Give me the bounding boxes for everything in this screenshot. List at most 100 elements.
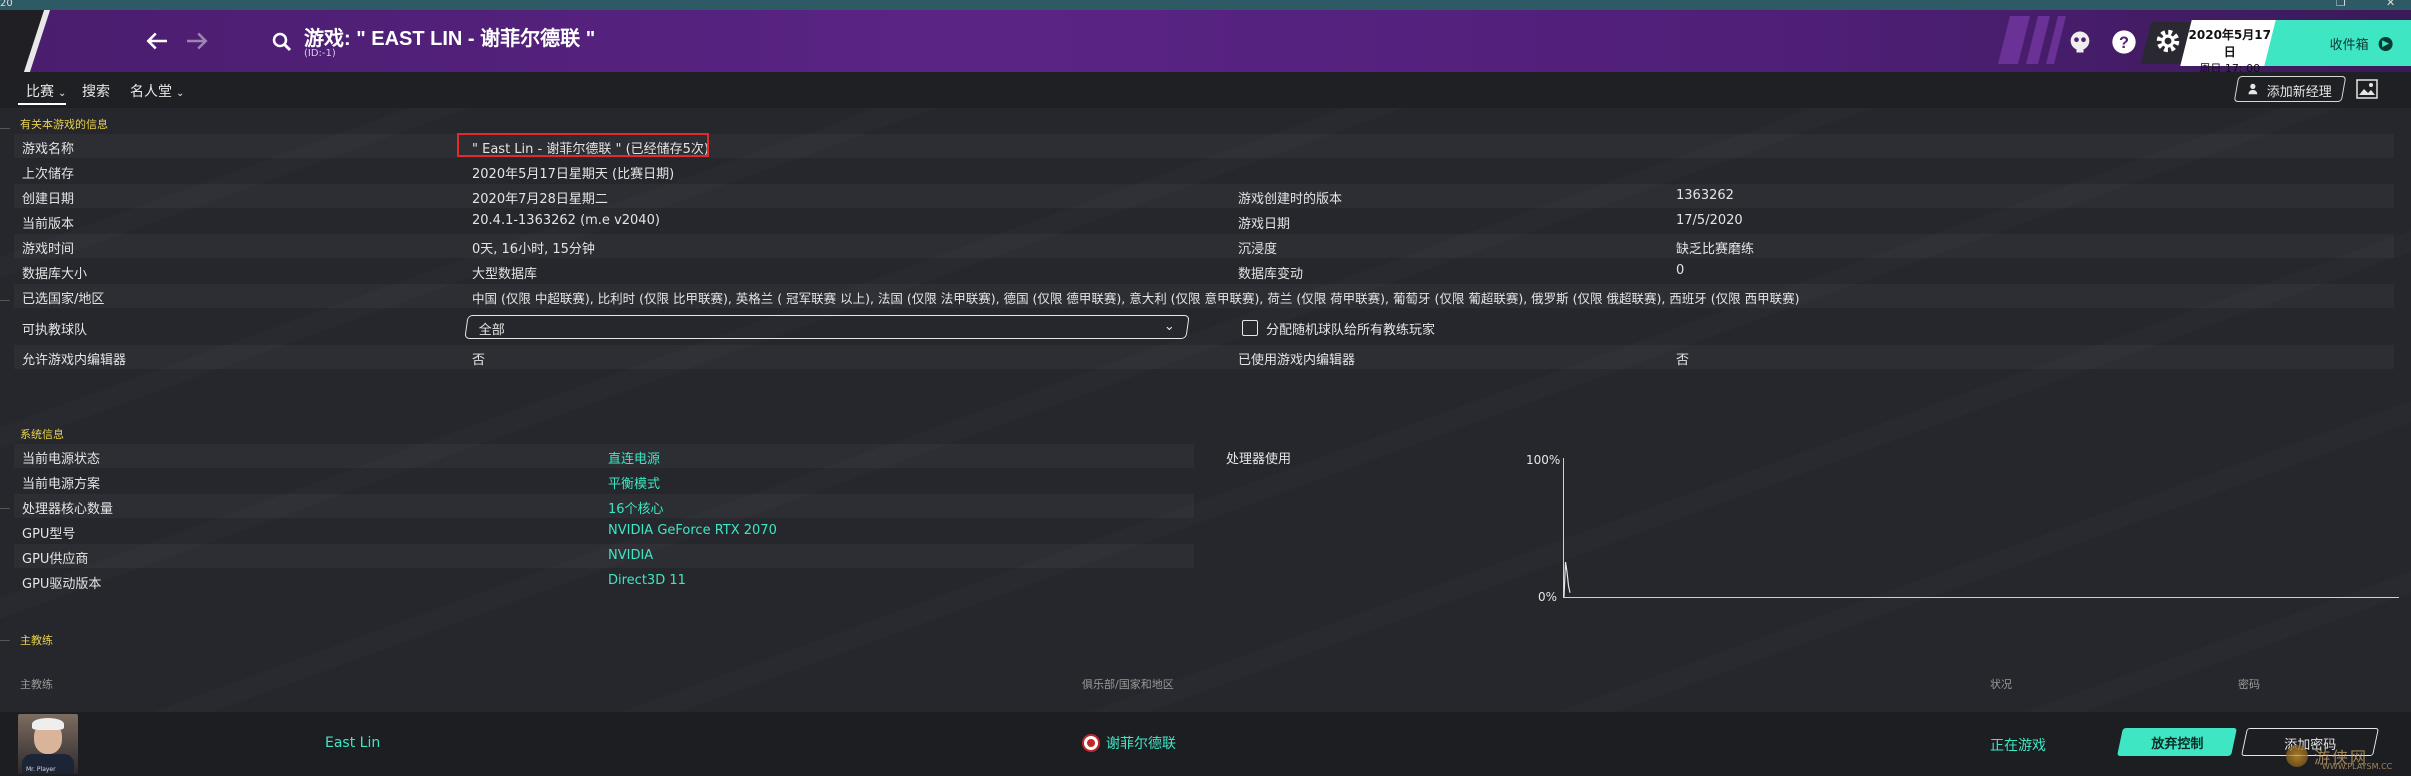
row-label: 已选国家/地区 xyxy=(22,292,105,307)
random-team-label: 分配随机球队给所有教练玩家 xyxy=(1266,323,1436,338)
info-row: 上次储存 2020年5月17日星期天 (比赛日期) xyxy=(14,159,2394,183)
row-value: 中国 (仅限 中超联赛), 比利时 (仅限 比甲联赛), 英格兰 ( 冠军联赛 … xyxy=(472,291,1800,306)
info-row: 已选国家/地区 中国 (仅限 中超联赛), 比利时 (仅限 比甲联赛), 英格兰… xyxy=(14,284,2394,308)
chart-x-axis xyxy=(1563,597,2399,598)
avatar-caption: Mr. Player xyxy=(26,766,56,773)
row-label: GPU型号 xyxy=(22,527,76,542)
back-arrow-icon[interactable] xyxy=(142,26,172,56)
watermark-logo: 游侠网 WWW.PLAYSM.CC xyxy=(2286,736,2404,776)
row-value: 16个核心 xyxy=(608,502,664,517)
row-value: NVIDIA xyxy=(608,548,654,563)
active-tab-indicator xyxy=(18,103,66,105)
gear-icon[interactable] xyxy=(2153,26,2181,54)
tab-search[interactable]: 搜索 xyxy=(82,81,110,101)
add-manager-button[interactable]: 添加新经理 xyxy=(2233,76,2347,102)
row-label: 当前版本 xyxy=(22,217,75,232)
release-control-label: 放弃控制 xyxy=(2151,737,2204,752)
highlight-box xyxy=(457,133,709,157)
coach-name-link[interactable]: East Lin xyxy=(325,735,380,751)
random-team-checkbox[interactable] xyxy=(1242,320,1258,336)
help-icon[interactable]: ? xyxy=(2110,28,2138,56)
restore-icon[interactable]: ❐ xyxy=(2336,0,2350,9)
row-label: GPU供应商 xyxy=(22,552,89,567)
row-value: 否 xyxy=(1676,353,1690,368)
row-value: 20.4.1-1363262 (m.e v2040) xyxy=(472,213,660,228)
avatar-hair xyxy=(32,718,64,730)
club-vision-icon[interactable] xyxy=(2066,28,2094,56)
y-tick-min: 0% xyxy=(1538,590,1558,604)
cpu-usage-title: 处理器使用 xyxy=(1226,452,1292,467)
info-row: 允许游戏内编辑器 否 已使用游戏内编辑器 否 xyxy=(14,345,2394,369)
col-head-status: 状况 xyxy=(1990,678,2012,691)
row-label: 游戏名称 xyxy=(22,142,75,157)
person-add-icon xyxy=(2247,82,2261,100)
chevron-down-icon: ⌄ xyxy=(58,88,67,99)
info-row: 游戏名称 " East Lin - 谢菲尔德联 " (已经储存5次) xyxy=(14,134,2394,158)
info-row: 游戏时间 0天, 16小时, 15分钟 沉浸度 缺乏比赛磨练 xyxy=(14,234,2394,258)
tab-match-label: 比赛 xyxy=(26,84,54,100)
tab-hall-of-fame[interactable]: 名人堂 ⌄ xyxy=(130,81,184,101)
forward-arrow-icon[interactable] xyxy=(182,26,212,56)
cpu-usage-plot xyxy=(1563,561,1571,598)
avatar[interactable]: Mr. Player xyxy=(18,714,78,774)
row-value: 直连电源 xyxy=(608,452,661,467)
row-label: 当前电源状态 xyxy=(22,452,101,467)
row-value: 否 xyxy=(472,353,486,368)
row-label: 上次储存 xyxy=(22,167,75,182)
image-icon[interactable] xyxy=(2356,79,2378,99)
row-value: 1363262 xyxy=(1676,188,1734,203)
cpu-usage-line xyxy=(1563,561,1571,598)
dropdown-value: 全部 xyxy=(478,323,505,338)
row-label: 数据库大小 xyxy=(22,267,88,282)
magnifier-icon xyxy=(270,30,294,54)
row-label: GPU驱动版本 xyxy=(22,577,102,592)
coaches-title: 主教练 xyxy=(20,634,53,647)
row-label: 游戏日期 xyxy=(1238,217,1291,232)
edge-mark xyxy=(0,300,10,301)
status-label: 正在游戏 xyxy=(1990,738,2046,754)
info-row: 可执教球队 分配随机球队给所有教练玩家 xyxy=(14,315,2394,339)
row-value: Direct3D 11 xyxy=(608,573,686,588)
row-label: 已使用游戏内编辑器 xyxy=(1238,353,1356,368)
sys-row: 当前电源方案 平衡模式 xyxy=(14,469,1194,493)
row-value: NVIDIA GeForce RTX 2070 xyxy=(608,523,777,538)
date-main: 2020年5月17日 xyxy=(2188,28,2271,59)
row-value: 2020年7月28日星期二 xyxy=(472,192,608,207)
sys-row: GPU型号 NVIDIA GeForce RTX 2070 xyxy=(14,519,1194,543)
info-row: 当前版本 20.4.1-1363262 (m.e v2040) 游戏日期 17/… xyxy=(14,209,2394,233)
watermark-icon xyxy=(2286,745,2308,767)
sys-row: 处理器核心数量 16个核心 xyxy=(14,494,1194,518)
col-head-club: 俱乐部/国家和地区 xyxy=(1082,678,1174,691)
tab-match[interactable]: 比赛 ⌄ xyxy=(26,81,66,101)
row-value: 17/5/2020 xyxy=(1676,213,1743,228)
inbox-button[interactable]: 收件箱 ▶ xyxy=(2264,20,2411,66)
row-label: 处理器核心数量 xyxy=(22,502,114,517)
manageable-teams-dropdown[interactable]: 全部 ⌄ xyxy=(464,315,1190,339)
close-icon[interactable]: ✕ xyxy=(2386,0,2400,9)
tab-hall-of-fame-label: 名人堂 xyxy=(130,84,172,100)
chevron-down-icon: ⌄ xyxy=(1163,319,1175,334)
col-head-coach: 主教练 xyxy=(20,678,53,691)
row-value: 2020年5月17日星期天 (比赛日期) xyxy=(472,167,675,182)
row-value: 0 xyxy=(1676,263,1685,278)
continue-arrow-icon: ▶ xyxy=(2378,36,2393,51)
window-top-strip: 20 ❐ ✕ xyxy=(0,0,2411,10)
edge-mark xyxy=(0,128,10,129)
date-sub: 周日 17: 00 xyxy=(2199,62,2261,72)
game-id: (ID:-1) xyxy=(304,48,336,59)
club-link[interactable]: 谢菲尔德联 xyxy=(1082,733,1176,753)
row-value: 0天, 16小时, 15分钟 xyxy=(472,242,595,257)
sub-navigation: 比赛 ⌄ 搜索 名人堂 ⌄ xyxy=(0,72,2411,108)
page-title: 游戏: " EAST LIN - 谢菲尔德联 " xyxy=(304,28,596,50)
sys-row: GPU供应商 NVIDIA xyxy=(14,544,1194,568)
edge-mark xyxy=(0,508,10,509)
row-label: 当前电源方案 xyxy=(22,477,101,492)
svg-text:?: ? xyxy=(2119,34,2129,52)
club-badge-icon xyxy=(1082,734,1100,752)
window-corner-mark: 20 xyxy=(0,0,13,9)
row-label: 可执教球队 xyxy=(22,323,88,338)
game-info-title: 有关本游戏的信息 xyxy=(20,118,108,131)
release-control-button[interactable]: 放弃控制 xyxy=(2117,728,2237,756)
chevron-down-icon: ⌄ xyxy=(176,88,185,99)
row-value: 大型数据库 xyxy=(472,267,538,282)
